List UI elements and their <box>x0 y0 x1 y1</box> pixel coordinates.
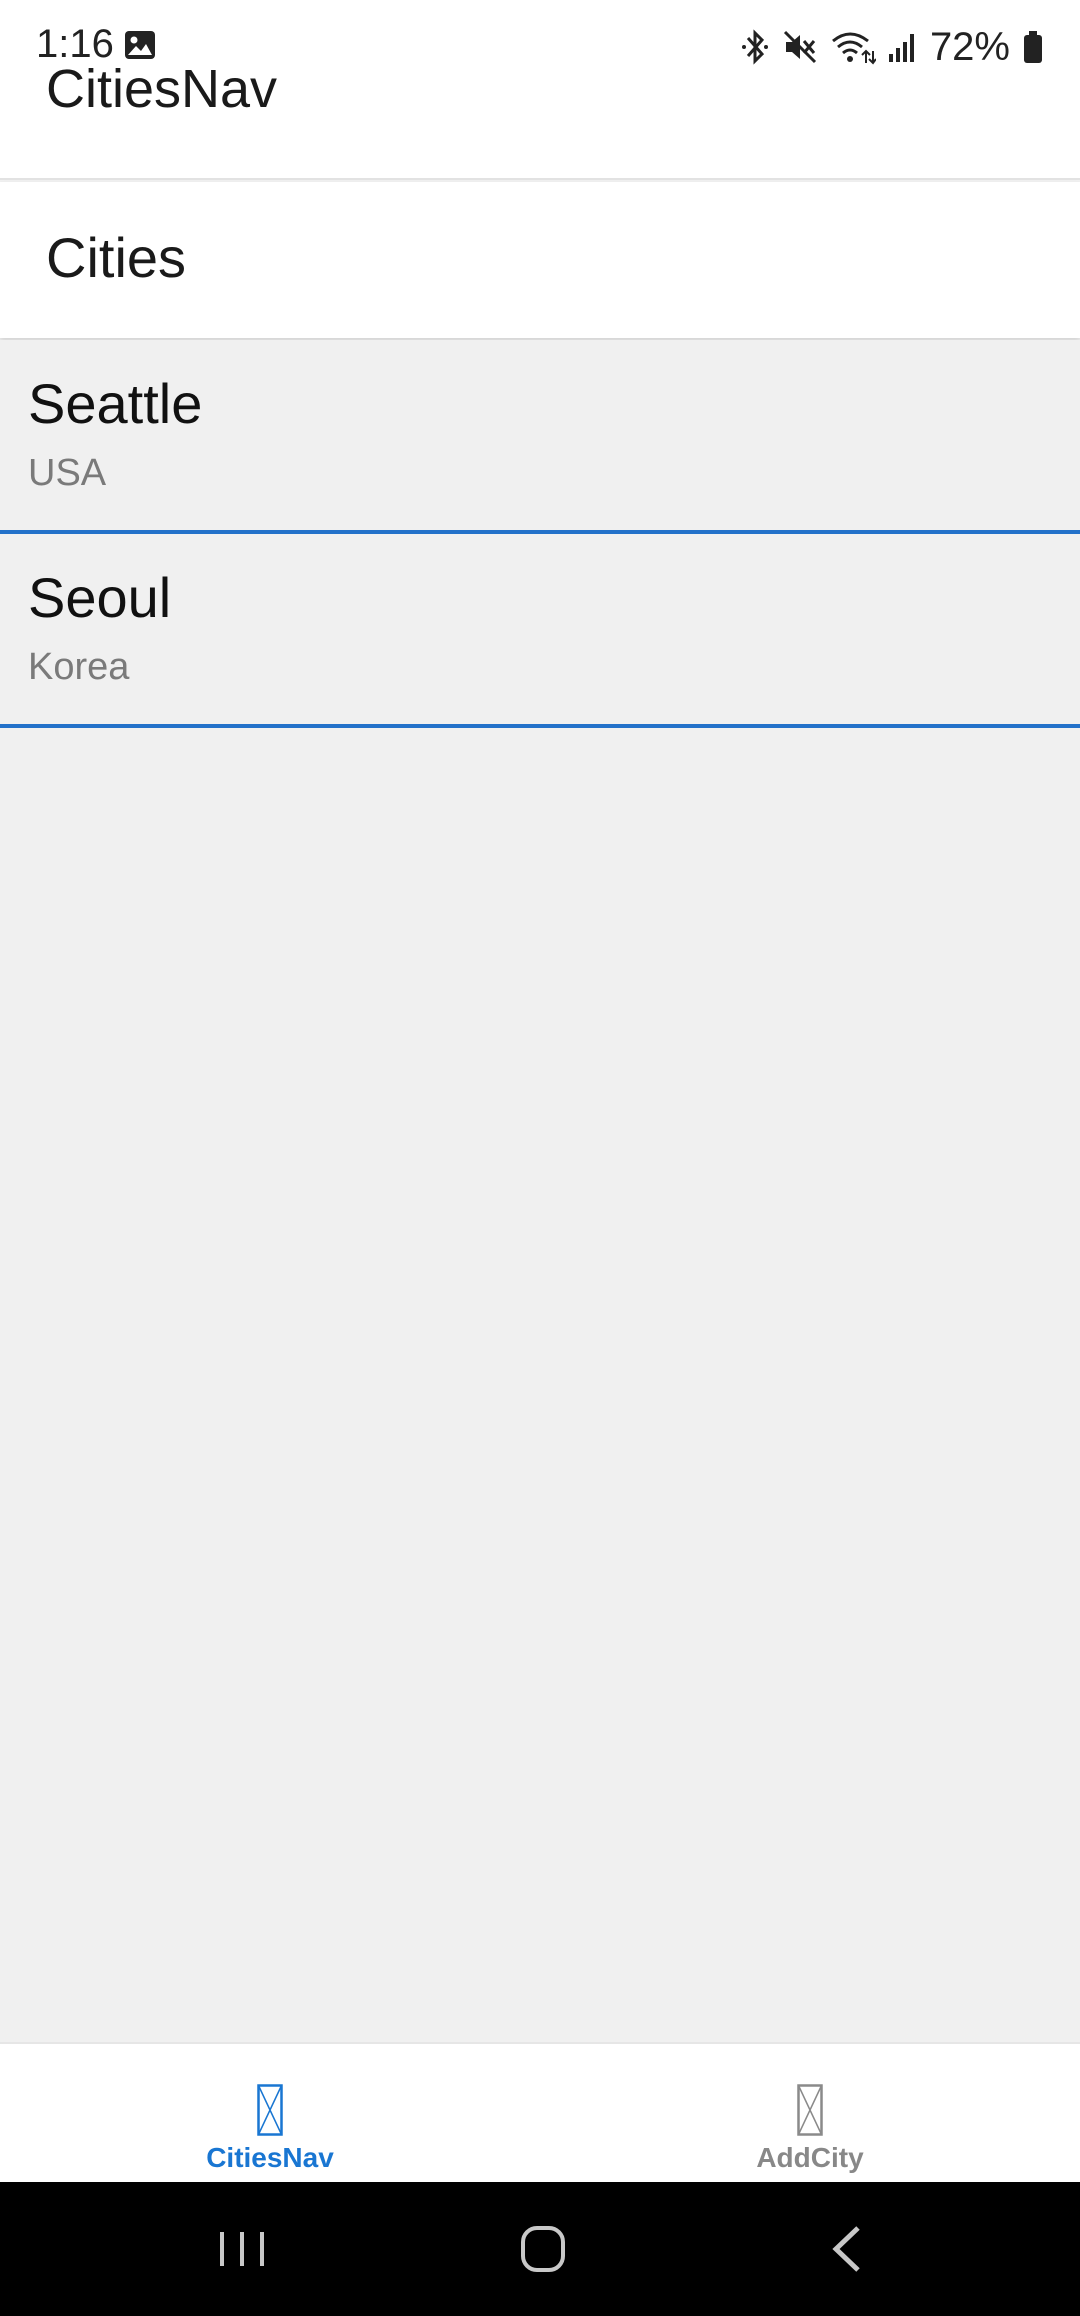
status-icons: 72% <box>740 22 1044 72</box>
image-icon <box>124 30 156 60</box>
city-name: Seattle <box>28 372 203 435</box>
signal-icon <box>888 30 918 64</box>
screen: 1:16 72% CitiesNav Cities Seattle USA Se… <box>0 0 1080 2316</box>
city-list-item[interactable]: Seoul Korea <box>0 534 1080 728</box>
home-icon[interactable] <box>503 2214 583 2284</box>
placeholder-tab-icon <box>797 2084 823 2136</box>
battery-percent: 72% <box>929 24 1010 69</box>
city-country: USA <box>28 452 107 494</box>
battery-icon <box>1022 30 1044 64</box>
recents-icon[interactable] <box>202 2214 282 2284</box>
placeholder-tab-icon <box>257 2084 283 2136</box>
city-list-item[interactable]: Seattle USA <box>0 340 1080 534</box>
city-country: Korea <box>28 646 130 688</box>
top-area: 1:16 72% CitiesNav <box>0 0 1080 180</box>
app-title: CitiesNav <box>46 59 278 119</box>
bluetooth-icon <box>740 28 770 66</box>
tab-label: AddCity <box>756 2142 864 2173</box>
page-title: Cities <box>46 226 187 289</box>
tab-addcity[interactable]: AddCity <box>540 2044 1080 2184</box>
mute-icon <box>782 29 818 65</box>
page-header: Cities <box>0 182 1080 338</box>
wifi-icon <box>830 29 876 65</box>
tab-citiesnav[interactable]: CitiesNav <box>0 2044 540 2184</box>
tab-label: CitiesNav <box>206 2142 334 2173</box>
bottom-tab-bar: CitiesNav AddCity <box>0 2042 1080 2182</box>
system-nav-bar <box>0 2182 1080 2316</box>
city-list: Seattle USA Seoul Korea <box>0 340 1080 728</box>
back-icon[interactable] <box>808 2214 888 2284</box>
city-name: Seoul <box>28 566 172 629</box>
